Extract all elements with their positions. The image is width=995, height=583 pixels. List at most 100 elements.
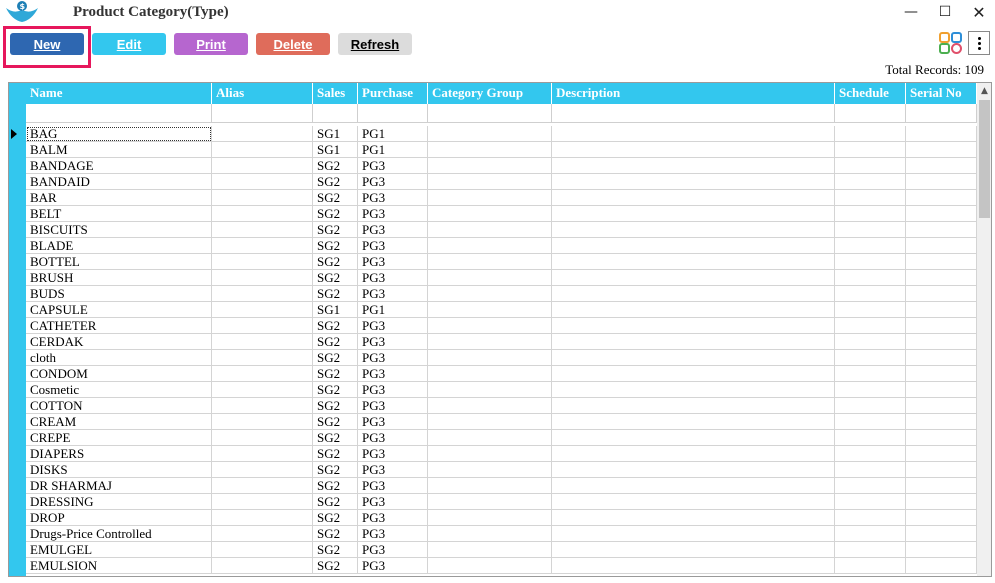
- cell-name[interactable]: DROP: [26, 510, 212, 526]
- cell-description[interactable]: [552, 126, 835, 142]
- cell-description[interactable]: [552, 462, 835, 478]
- cell-schedule[interactable]: [835, 270, 906, 286]
- cell-schedule[interactable]: [835, 126, 906, 142]
- cell-schedule[interactable]: [835, 398, 906, 414]
- cell-alias[interactable]: [212, 430, 313, 446]
- cell-sales[interactable]: SG2: [313, 318, 358, 334]
- cell-category-group[interactable]: [428, 286, 552, 302]
- cell-purchase[interactable]: PG3: [358, 430, 428, 446]
- cell-description[interactable]: [552, 526, 835, 542]
- cell-serial-no[interactable]: [906, 382, 977, 398]
- cell-purchase[interactable]: PG3: [358, 334, 428, 350]
- cell-serial-no[interactable]: [906, 270, 977, 286]
- cell-description[interactable]: [552, 318, 835, 334]
- cell-alias[interactable]: [212, 238, 313, 254]
- cell-alias[interactable]: [212, 286, 313, 302]
- cell-serial-no[interactable]: [906, 286, 977, 302]
- cell-category-group[interactable]: [428, 558, 552, 574]
- cell-purchase[interactable]: PG3: [358, 382, 428, 398]
- cell-description[interactable]: [552, 222, 835, 238]
- column-header-category-group[interactable]: Category Group: [428, 83, 552, 104]
- cell-name[interactable]: CAPSULE: [26, 302, 212, 318]
- more-vertical-icon[interactable]: [968, 31, 990, 55]
- cell-category-group[interactable]: [428, 446, 552, 462]
- table-row[interactable]: BANDAID SG2 PG3: [9, 174, 977, 190]
- cell-sales[interactable]: SG2: [313, 430, 358, 446]
- column-header-description[interactable]: Description: [552, 83, 835, 104]
- cell-schedule[interactable]: [835, 350, 906, 366]
- cell-serial-no[interactable]: [906, 558, 977, 574]
- cell-description[interactable]: [552, 478, 835, 494]
- cell-alias[interactable]: [212, 558, 313, 574]
- table-row[interactable]: DIAPERS SG2 PG3: [9, 446, 977, 462]
- cell-name[interactable]: BALM: [26, 142, 212, 158]
- cell-alias[interactable]: [212, 190, 313, 206]
- cell-schedule[interactable]: [835, 142, 906, 158]
- cell-sales[interactable]: SG2: [313, 478, 358, 494]
- filter-input-sales[interactable]: [313, 104, 358, 123]
- cell-alias[interactable]: [212, 222, 313, 238]
- filter-input-category-group[interactable]: [428, 104, 552, 123]
- cell-purchase[interactable]: PG1: [358, 142, 428, 158]
- maximize-icon[interactable]: ☐: [928, 0, 962, 24]
- cell-purchase[interactable]: PG3: [358, 510, 428, 526]
- cell-serial-no[interactable]: [906, 350, 977, 366]
- cell-description[interactable]: [552, 254, 835, 270]
- column-header-alias[interactable]: Alias: [212, 83, 313, 104]
- cell-description[interactable]: [552, 142, 835, 158]
- cell-alias[interactable]: [212, 302, 313, 318]
- cell-name[interactable]: BOTTEL: [26, 254, 212, 270]
- cell-serial-no[interactable]: [906, 398, 977, 414]
- cell-category-group[interactable]: [428, 270, 552, 286]
- cell-description[interactable]: [552, 542, 835, 558]
- cell-schedule[interactable]: [835, 494, 906, 510]
- cell-category-group[interactable]: [428, 494, 552, 510]
- cell-category-group[interactable]: [428, 318, 552, 334]
- cell-alias[interactable]: [212, 334, 313, 350]
- cell-schedule[interactable]: [835, 542, 906, 558]
- filter-input-alias[interactable]: [212, 104, 313, 123]
- cell-name[interactable]: CATHETER: [26, 318, 212, 334]
- table-row[interactable]: DROP SG2 PG3: [9, 510, 977, 526]
- cell-serial-no[interactable]: [906, 222, 977, 238]
- cell-category-group[interactable]: [428, 126, 552, 142]
- cell-description[interactable]: [552, 238, 835, 254]
- cell-description[interactable]: [552, 398, 835, 414]
- cell-purchase[interactable]: PG3: [358, 350, 428, 366]
- cell-name[interactable]: BISCUITS: [26, 222, 212, 238]
- cell-alias[interactable]: [212, 318, 313, 334]
- cell-purchase[interactable]: PG3: [358, 238, 428, 254]
- cell-description[interactable]: [552, 270, 835, 286]
- cell-purchase[interactable]: PG3: [358, 526, 428, 542]
- table-row[interactable]: Cosmetic SG2 PG3: [9, 382, 977, 398]
- cell-category-group[interactable]: [428, 542, 552, 558]
- cell-purchase[interactable]: PG3: [358, 318, 428, 334]
- cell-purchase[interactable]: PG3: [358, 286, 428, 302]
- table-row[interactable]: COTTON SG2 PG3: [9, 398, 977, 414]
- cell-schedule[interactable]: [835, 446, 906, 462]
- delete-button[interactable]: Delete: [256, 33, 330, 55]
- cell-name[interactable]: CONDOM: [26, 366, 212, 382]
- cell-purchase[interactable]: PG1: [358, 126, 428, 142]
- table-row[interactable]: CERDAK SG2 PG3: [9, 334, 977, 350]
- cell-serial-no[interactable]: [906, 478, 977, 494]
- cell-serial-no[interactable]: [906, 494, 977, 510]
- table-row[interactable]: BISCUITS SG2 PG3: [9, 222, 977, 238]
- cell-description[interactable]: [552, 206, 835, 222]
- cell-serial-no[interactable]: [906, 302, 977, 318]
- cell-description[interactable]: [552, 158, 835, 174]
- cell-name[interactable]: BUDS: [26, 286, 212, 302]
- cell-purchase[interactable]: PG3: [358, 478, 428, 494]
- cell-sales[interactable]: SG1: [313, 302, 358, 318]
- cell-category-group[interactable]: [428, 350, 552, 366]
- cell-purchase[interactable]: PG3: [358, 222, 428, 238]
- cell-purchase[interactable]: PG3: [358, 398, 428, 414]
- cell-sales[interactable]: SG2: [313, 414, 358, 430]
- cell-description[interactable]: [552, 334, 835, 350]
- column-header-purchase[interactable]: Purchase: [358, 83, 428, 104]
- cell-category-group[interactable]: [428, 190, 552, 206]
- cell-purchase[interactable]: PG3: [358, 206, 428, 222]
- cell-schedule[interactable]: [835, 158, 906, 174]
- cell-name[interactable]: BELT: [26, 206, 212, 222]
- cell-schedule[interactable]: [835, 334, 906, 350]
